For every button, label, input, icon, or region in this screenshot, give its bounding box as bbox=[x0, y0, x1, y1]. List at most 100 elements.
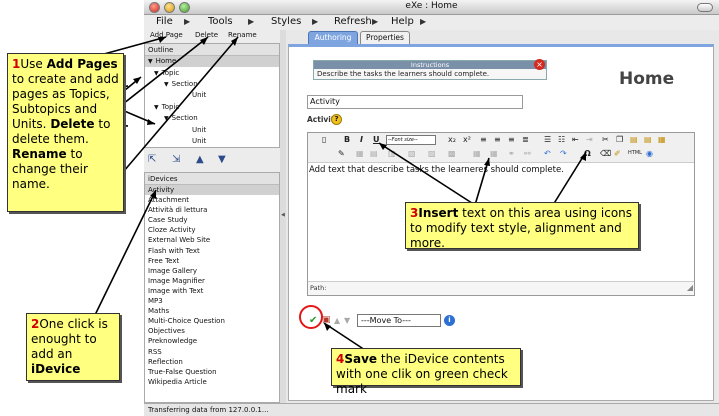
idevice-item[interactable]: Reflection bbox=[145, 357, 279, 367]
editor-content[interactable]: Add text that describe tasks the learner… bbox=[309, 165, 564, 175]
expand-triangle-icon[interactable]: ▼ bbox=[148, 58, 153, 65]
move-up-icon[interactable]: ▲ bbox=[196, 154, 204, 165]
expand-triangle-icon[interactable]: ▼ bbox=[154, 104, 159, 111]
subscript-icon[interactable]: x₂ bbox=[448, 135, 456, 144]
idevice-item[interactable]: MP3 bbox=[145, 296, 279, 306]
menu-help[interactable]: Help bbox=[391, 16, 414, 27]
outline-node-topic[interactable]: ▼ Topic bbox=[154, 69, 179, 77]
idevice-item[interactable]: Attività di lettura bbox=[145, 205, 279, 215]
help-icon[interactable]: ? bbox=[331, 114, 342, 125]
merge-cells-icon[interactable]: ▧ bbox=[408, 149, 416, 158]
menu-file[interactable]: File bbox=[156, 16, 173, 27]
special-char-icon[interactable]: Ω bbox=[584, 149, 591, 158]
outline-node-unit[interactable]: Unit bbox=[192, 126, 206, 134]
menu-tools[interactable]: Tools bbox=[208, 16, 233, 27]
bullet-list-icon[interactable]: ☰ bbox=[544, 135, 551, 144]
idevice-item[interactable]: Cloze Activity bbox=[145, 225, 279, 235]
align-left-icon[interactable]: ≡ bbox=[480, 135, 487, 144]
delete-page-button[interactable]: Delete bbox=[195, 31, 218, 39]
unlink-icon[interactable]: ⚯ bbox=[524, 149, 531, 158]
table-props-icon[interactable]: ▦ bbox=[473, 149, 481, 158]
callout-bold: Save bbox=[344, 352, 378, 366]
expand-triangle-icon[interactable]: ▼ bbox=[164, 81, 169, 88]
italic-icon[interactable]: I bbox=[360, 135, 363, 144]
info-icon[interactable]: i bbox=[444, 315, 455, 326]
outline-node-topic[interactable]: ▼ Topic bbox=[154, 103, 179, 111]
indent-icon[interactable]: ⇥ bbox=[586, 135, 593, 144]
split-cells-icon[interactable]: ▨ bbox=[428, 149, 436, 158]
idevice-item[interactable]: Wikipedia Article bbox=[145, 377, 279, 387]
outline-node-section[interactable]: ▼ Section bbox=[164, 114, 198, 122]
idevice-item[interactable]: Image with Text bbox=[145, 286, 279, 296]
outline-node-unit[interactable]: Unit bbox=[192, 91, 206, 99]
idevice-item[interactable]: Free Text bbox=[145, 256, 279, 266]
paste-icon[interactable]: ▤ bbox=[630, 135, 638, 144]
callout-text: One click is enought to add an bbox=[31, 317, 108, 361]
editor-help-icon[interactable]: ◉ bbox=[646, 149, 653, 158]
idevice-title-input[interactable]: Activity bbox=[307, 95, 523, 109]
redo-icon[interactable]: ↷ bbox=[560, 149, 567, 158]
expand-triangle-icon[interactable]: ▼ bbox=[164, 115, 169, 122]
close-icon[interactable]: × bbox=[534, 59, 545, 70]
idevice-item[interactable]: Image Magnifier bbox=[145, 276, 279, 286]
cell-icon[interactable]: ▥ bbox=[388, 149, 396, 158]
underline-icon[interactable]: U bbox=[373, 135, 380, 144]
idevice-item[interactable]: Objectives bbox=[145, 326, 279, 336]
table-delete-icon[interactable]: ▦ bbox=[490, 149, 498, 158]
move-down-icon[interactable]: ▼ bbox=[218, 154, 226, 165]
move-up-icon[interactable]: ▲ bbox=[334, 316, 340, 325]
delete-idevice-icon[interactable]: ▣ bbox=[322, 315, 331, 325]
panel-splitter[interactable]: ◀ bbox=[280, 30, 286, 403]
outline-node-section[interactable]: ▼ Section bbox=[164, 80, 198, 88]
paste-text-icon[interactable]: ▤ bbox=[644, 135, 652, 144]
idevice-item[interactable]: Activity bbox=[145, 185, 279, 196]
outline-node-home[interactable]: ▼ Home bbox=[145, 56, 279, 67]
superscript-icon[interactable]: x² bbox=[463, 135, 471, 144]
menu-styles[interactable]: Styles bbox=[271, 16, 301, 27]
cut-icon[interactable]: ✂ bbox=[602, 135, 609, 144]
idevice-item[interactable]: Case Study bbox=[145, 215, 279, 225]
promote-icon[interactable]: ⇱ bbox=[148, 154, 156, 165]
tab-authoring[interactable]: Authoring bbox=[308, 31, 358, 44]
idevice-item[interactable]: Image Gallery bbox=[145, 266, 279, 276]
move-to-select[interactable]: ---Move To--- bbox=[357, 314, 441, 327]
outline-node-unit[interactable]: Unit bbox=[192, 137, 206, 145]
row-icon[interactable]: ▤ bbox=[370, 149, 378, 158]
rename-page-button[interactable]: Rename bbox=[228, 31, 257, 39]
idevice-item[interactable]: Maths bbox=[145, 306, 279, 316]
tab-properties[interactable]: Properties bbox=[360, 31, 410, 44]
font-size-select[interactable]: --Font size-- bbox=[386, 135, 436, 145]
idevice-item[interactable]: External Web Site bbox=[145, 235, 279, 245]
clear-format-icon[interactable]: ⌫ bbox=[600, 149, 611, 158]
idevice-item[interactable]: Preknowledge bbox=[145, 336, 279, 346]
link-icon[interactable]: ⚭ bbox=[508, 149, 515, 158]
bold-icon[interactable]: B bbox=[344, 135, 350, 144]
collapse-arrow-icon[interactable]: ◀ bbox=[281, 212, 285, 218]
new-document-icon[interactable]: ▯ bbox=[322, 135, 326, 144]
undo-icon[interactable]: ↶ bbox=[544, 149, 551, 158]
idevice-item[interactable]: Flash with Text bbox=[145, 246, 279, 256]
menu-refresh[interactable]: Refresh bbox=[334, 16, 372, 27]
idevice-item[interactable]: Attachment bbox=[145, 195, 279, 205]
idevice-item[interactable]: Multi-Choice Question bbox=[145, 316, 279, 326]
column-icon[interactable]: ▩ bbox=[448, 149, 456, 158]
idevice-item[interactable]: RSS bbox=[145, 347, 279, 357]
demote-icon[interactable]: ⇲ bbox=[172, 154, 180, 165]
move-down-icon[interactable]: ▼ bbox=[344, 316, 350, 325]
paste-word-icon[interactable]: ▦ bbox=[658, 135, 666, 144]
justify-icon[interactable]: ≣ bbox=[522, 135, 529, 144]
copy-icon[interactable]: ❐ bbox=[616, 135, 623, 144]
align-center-icon[interactable]: ≡ bbox=[494, 135, 501, 144]
table-icon[interactable]: ▦ bbox=[356, 149, 364, 158]
edit-icon[interactable]: ✎ bbox=[338, 149, 345, 158]
numbered-list-icon[interactable]: ☷ bbox=[558, 135, 565, 144]
spellcheck-icon[interactable]: ✐ bbox=[614, 149, 621, 158]
align-right-icon[interactable]: ≡ bbox=[508, 135, 515, 144]
outdent-icon[interactable]: ⇤ bbox=[572, 135, 579, 144]
resize-grip-icon[interactable]: ◢ bbox=[687, 283, 693, 292]
idevice-item[interactable]: True-False Question bbox=[145, 367, 279, 377]
add-page-button[interactable]: Add Page bbox=[150, 31, 183, 39]
expand-triangle-icon[interactable]: ▼ bbox=[154, 70, 159, 77]
html-source-icon[interactable]: HTML bbox=[628, 150, 642, 156]
toolbar-toggle-button[interactable] bbox=[697, 3, 713, 12]
